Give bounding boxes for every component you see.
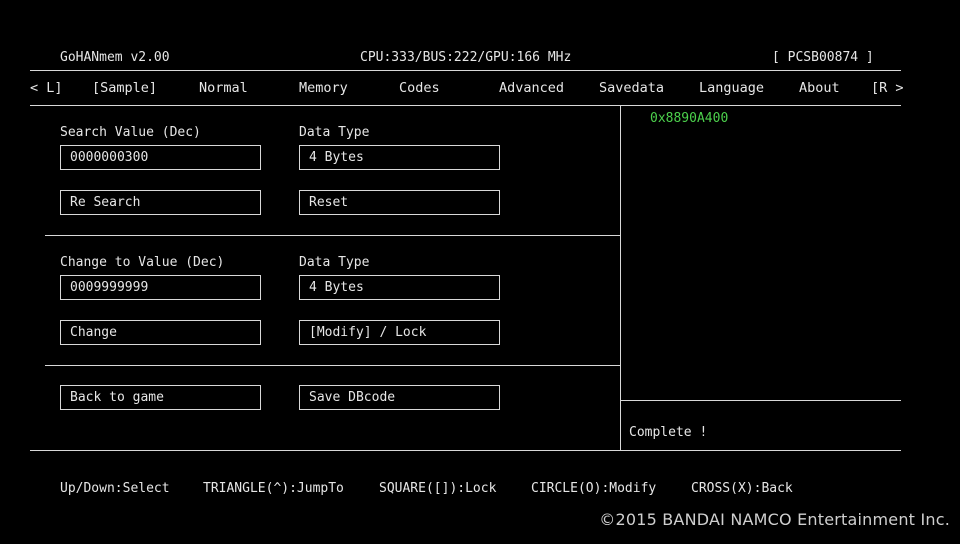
change-type-select[interactable]: 4 Bytes bbox=[299, 275, 500, 300]
tab-advanced[interactable]: Advanced bbox=[499, 80, 564, 96]
tab-normal[interactable]: Normal bbox=[199, 80, 248, 96]
section-divider-2 bbox=[45, 365, 620, 366]
hint-select: Up/Down:Select bbox=[60, 481, 170, 496]
search-type-select[interactable]: 4 Bytes bbox=[299, 145, 500, 170]
tabs-divider bbox=[30, 105, 901, 106]
bottom-divider bbox=[30, 450, 901, 451]
panel-divider bbox=[620, 105, 621, 450]
tab-savedata[interactable]: Savedata bbox=[599, 80, 664, 96]
modify-lock-button[interactable]: [Modify] / Lock bbox=[299, 320, 500, 345]
app-title: GoHANmem v2.00 bbox=[60, 50, 170, 65]
hint-square: SQUARE([]):Lock bbox=[379, 481, 497, 496]
search-value-field[interactable]: 0000000300 bbox=[60, 145, 261, 170]
status-divider bbox=[620, 400, 901, 401]
tab-about[interactable]: About bbox=[799, 80, 840, 96]
tab-prev[interactable]: < L] bbox=[30, 80, 63, 96]
change-type-label: Data Type bbox=[299, 255, 370, 270]
change-value-field[interactable]: 0009999999 bbox=[60, 275, 261, 300]
hint-triangle: TRIANGLE(^):JumpTo bbox=[203, 481, 344, 496]
header-divider bbox=[30, 70, 901, 71]
cpu-info: CPU:333/BUS:222/GPU:166 MHz bbox=[360, 50, 572, 65]
hint-cross: CROSS(X):Back bbox=[691, 481, 793, 496]
search-type-label: Data Type bbox=[299, 125, 370, 140]
search-value-label: Search Value (Dec) bbox=[60, 125, 201, 140]
hint-circle: CIRCLE(O):Modify bbox=[531, 481, 657, 496]
result-address[interactable]: 0x8890A400 bbox=[650, 111, 728, 126]
status-text: Complete ! bbox=[629, 425, 708, 440]
tab-memory[interactable]: Memory bbox=[299, 80, 348, 96]
research-button[interactable]: Re Search bbox=[60, 190, 261, 215]
game-id: [ PCSB00874 ] bbox=[772, 50, 874, 65]
change-button[interactable]: Change bbox=[60, 320, 261, 345]
reset-button[interactable]: Reset bbox=[299, 190, 500, 215]
back-to-game-button[interactable]: Back to game bbox=[60, 385, 261, 410]
tab-next[interactable]: [R > bbox=[871, 80, 904, 96]
save-dbcode-button[interactable]: Save DBcode bbox=[299, 385, 500, 410]
tab-language[interactable]: Language bbox=[699, 80, 764, 96]
tab-sample[interactable]: [Sample] bbox=[92, 80, 157, 96]
change-value-label: Change to Value (Dec) bbox=[60, 255, 225, 270]
tab-codes[interactable]: Codes bbox=[399, 80, 440, 96]
copyright-notice: ©2015 BANDAI NAMCO Entertainment Inc. bbox=[599, 510, 950, 529]
section-divider-1 bbox=[45, 235, 620, 236]
